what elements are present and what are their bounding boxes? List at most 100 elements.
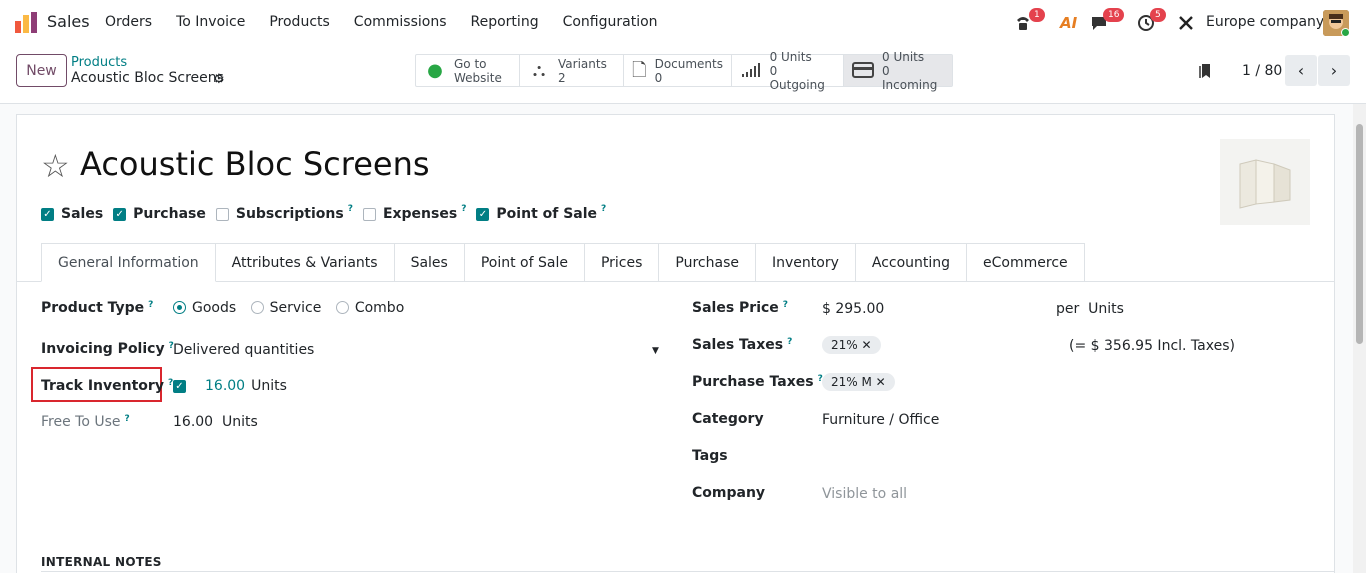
sales-taxes-label: Sales Taxes? (692, 337, 793, 353)
menu-to-invoice[interactable]: To Invoice (176, 14, 245, 30)
product-title[interactable]: Acoustic Bloc Screens (80, 145, 430, 183)
go-to-website-button[interactable]: ● Go to Website (416, 55, 520, 86)
product-type-radio-group: Goods Service Combo (173, 300, 404, 316)
pager-value[interactable]: 1 / 80 (1242, 63, 1282, 79)
tab-ecommerce[interactable]: eCommerce (967, 243, 1085, 282)
messages-systray[interactable]: 16 (1090, 8, 1130, 36)
tab-accounting[interactable]: Accounting (855, 243, 968, 282)
bookmark-icon[interactable] (1199, 63, 1211, 83)
pager-next-button[interactable]: › (1318, 55, 1350, 86)
invoicing-policy-label: Invoicing Policy? (41, 341, 174, 357)
on-hand-qty-link[interactable]: 16.00 (205, 378, 245, 394)
top-navbar: Sales Orders To Invoice Products Commiss… (0, 0, 1366, 46)
category-label: Category (692, 411, 764, 427)
scrollbar-thumb[interactable] (1356, 124, 1363, 344)
help-icon: ? (347, 204, 353, 214)
sales-tax-incl: (= $ 356.95 Incl. Taxes) (1069, 338, 1235, 354)
sales-price-label: Sales Price? (692, 300, 789, 316)
menu-products[interactable]: Products (269, 14, 329, 30)
page-scrollbar[interactable] (1353, 104, 1366, 573)
internal-notes-divider (41, 571, 1334, 572)
track-inventory-label: Track Inventory? (41, 378, 174, 394)
documents-button[interactable]: 🗋 Documents 0 (624, 55, 732, 86)
expenses-checkbox[interactable]: Expenses? (362, 204, 467, 222)
help-icon: ? (787, 337, 793, 347)
subscriptions-checkbox[interactable]: Subscriptions? (215, 204, 353, 222)
close-icon[interactable]: ✕ (862, 338, 872, 352)
breadcrumb-current: Acoustic Bloc Screens (71, 70, 224, 86)
category-input[interactable]: Furniture / Office (822, 412, 939, 428)
credit-card-icon (852, 61, 874, 80)
radio-service[interactable]: Service (250, 300, 321, 316)
ai-systray[interactable]: AI (1060, 10, 1082, 36)
track-inventory-checkbox[interactable]: ✓ (173, 379, 186, 393)
menu-reporting[interactable]: Reporting (471, 14, 539, 30)
outgoing-button[interactable]: 0 Units 0 Outgoing (732, 50, 844, 92)
free-to-use-value: 16.00 Units (173, 414, 258, 430)
company-input[interactable]: Visible to all (822, 486, 907, 502)
purchase-checkbox[interactable]: ✓ Purchase (113, 206, 206, 222)
form-tabs: General Information Attributes & Variant… (41, 243, 1085, 282)
signal-bars-icon (740, 62, 762, 80)
incoming-button[interactable]: 0 Units 0 Incoming (844, 50, 952, 92)
tools-icon (1179, 16, 1193, 30)
gear-icon[interactable]: ⚙ (213, 72, 225, 87)
breadcrumb-products[interactable]: Products (71, 55, 127, 70)
sitemap-icon: ⛬ (532, 59, 546, 81)
phone-badge: 1 (1029, 8, 1045, 22)
online-status-dot (1341, 28, 1350, 37)
variants-button[interactable]: ⛬ Variants 2 (520, 55, 624, 86)
track-inventory-field: ✓ 16.00 Units (173, 378, 287, 394)
company-switcher[interactable]: Europe company (1206, 14, 1324, 30)
product-flags: ✓ Sales ✓ Purchase Subscriptions? Expenses… (41, 204, 616, 222)
form-sheet: ☆ Acoustic Bloc Screens ✓ Sales ✓ Purchase… (16, 114, 1335, 573)
sales-tax-tag[interactable]: 21% ✕ (822, 336, 881, 354)
check-icon: ✓ (476, 207, 490, 221)
messages-badge: 16 (1103, 8, 1125, 22)
file-icon: 🗋 (632, 59, 647, 81)
globe-icon: ● (427, 59, 443, 81)
company-label: Company (692, 485, 766, 501)
smart-buttons: ● Go to Website ⛬ Variants 2 🗋 Documents 0 … (415, 50, 953, 92)
check-icon: ✓ (113, 207, 127, 221)
activities-badge: 5 (1150, 8, 1166, 22)
check-icon: ✓ (41, 207, 54, 221)
tab-point-of-sale[interactable]: Point of Sale (464, 243, 585, 282)
point-of-sale-checkbox[interactable]: ✓ Point of Sale? (476, 204, 606, 222)
tools-systray[interactable] (1178, 10, 1198, 36)
ai-icon: AI (1060, 14, 1078, 32)
new-button[interactable]: New (16, 54, 67, 87)
help-icon: ? (124, 414, 130, 424)
help-icon: ? (461, 204, 467, 214)
tab-inventory[interactable]: Inventory (755, 243, 856, 282)
sales-price-input[interactable]: $ 295.00 (822, 301, 884, 317)
favorite-star-icon[interactable]: ☆ (41, 147, 70, 185)
main-menu: Orders To Invoice Products Commissions R… (105, 14, 682, 30)
tab-purchase[interactable]: Purchase (659, 243, 756, 282)
help-icon: ? (782, 300, 789, 310)
pager-previous-button[interactable]: ‹ (1285, 55, 1317, 86)
help-icon: ? (148, 300, 154, 310)
tab-general-information[interactable]: General Information (41, 243, 216, 282)
sales-checkbox[interactable]: ✓ Sales (41, 206, 103, 222)
activities-systray[interactable]: 5 (1137, 8, 1169, 36)
control-panel: New Products Acoustic Bloc Screens ⚙ ● G… (0, 46, 1366, 104)
purchase-tax-tag[interactable]: 21% M ✕ (822, 373, 895, 391)
sales-price-uom: per Units (1056, 301, 1124, 317)
close-icon[interactable]: ✕ (876, 375, 886, 389)
sales-app-icon[interactable] (14, 11, 38, 35)
tab-attributes-variants[interactable]: Attributes & Variants (215, 243, 395, 282)
menu-commissions[interactable]: Commissions (354, 14, 447, 30)
app-name[interactable]: Sales (47, 12, 90, 31)
tab-prices[interactable]: Prices (584, 243, 660, 282)
menu-configuration[interactable]: Configuration (563, 14, 658, 30)
menu-orders[interactable]: Orders (105, 14, 152, 30)
caret-down-icon[interactable]: ▼ (652, 346, 659, 356)
radio-combo[interactable]: Combo (335, 300, 404, 316)
product-image[interactable] (1220, 139, 1310, 225)
radio-goods[interactable]: Goods (173, 300, 236, 316)
invoicing-policy-select[interactable]: Delivered quantities (173, 342, 314, 358)
phone-systray[interactable]: 1 (1014, 8, 1045, 36)
tab-sales[interactable]: Sales (394, 243, 465, 282)
product-type-label: Product Type? (41, 300, 154, 316)
